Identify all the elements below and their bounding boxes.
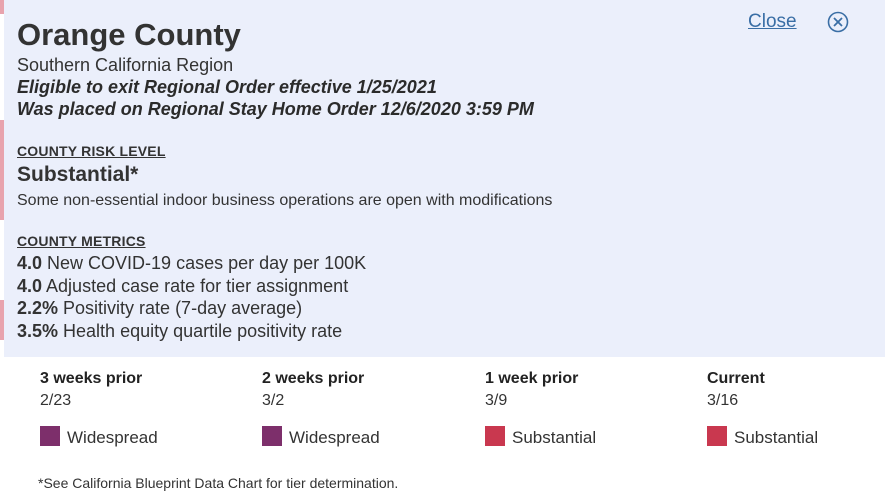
week-label: 3 weeks prior [40,370,143,387]
history-week: 3 weeks prior 2/23 Widespread [40,370,240,447]
tier-history: 3 weeks prior 2/23 Widespread 2 weeks pr… [0,370,885,450]
risk-level-value: Substantial* [17,163,139,186]
week-tier: Widespread [40,426,158,448]
tier-color-swatch [707,426,727,446]
history-week: 1 week prior 3/9 Substantial [485,370,685,447]
metrics-list: 4.0 New COVID-19 cases per day per 100K … [17,253,366,343]
tier-color-swatch [40,426,60,446]
metric-value: 3.5% [17,320,59,341]
metric-row: 4.0 New COVID-19 cases per day per 100K [17,253,366,276]
metric-label: Adjusted case rate for tier assignment [42,275,349,296]
risk-level-heading: COUNTY RISK LEVEL [17,143,166,159]
week-date: 2/23 [40,392,72,409]
county-detail-panel: Orange County Southern California Region… [4,0,885,357]
metric-label: New COVID-19 cases per day per 100K [42,253,367,273]
metric-label: Health equity quartile positivity rate [58,320,343,341]
risk-level-description: Some non-essential indoor business opera… [17,192,553,209]
footnote: *See California Blueprint Data Chart for… [38,475,399,491]
metric-value: 2.2% [17,298,59,318]
tier-color-swatch [485,426,505,446]
metric-value: 4.0 [17,275,43,296]
tier-label: Widespread [67,428,158,447]
week-tier: Substantial [485,426,596,448]
week-tier: Widespread [262,426,380,448]
metric-row: 3.5% Health equity quartile positivity r… [17,321,366,344]
week-date: 3/16 [707,392,739,409]
metric-label: Positivity rate (7-day average) [58,298,303,318]
week-tier: Substantial [707,426,818,448]
metric-row: 4.0 Adjusted case rate for tier assignme… [17,276,366,299]
metric-value: 4.0 [17,253,43,273]
week-label: 2 weeks prior [262,370,365,387]
week-label: 1 week prior [485,370,579,387]
metric-row: 2.2% Positivity rate (7-day average) [17,298,366,321]
close-circle-icon[interactable] [827,11,849,33]
history-week: 2 weeks prior 3/2 Widespread [262,370,462,447]
tier-label: Substantial [512,428,597,447]
tier-color-swatch [262,426,282,446]
stay-home-order-notice: Was placed on Regional Stay Home Order 1… [17,99,534,119]
close-link[interactable]: Close [748,11,797,33]
metrics-heading: COUNTY METRICS [17,233,146,249]
tier-label: Widespread [289,428,380,447]
week-label: Current [707,370,765,387]
week-date: 3/2 [262,392,285,409]
exit-order-notice: Eligible to exit Regional Order effectiv… [17,77,437,97]
week-date: 3/9 [485,392,508,409]
county-region: Southern California Region [17,55,234,75]
county-title: Orange County [17,17,241,52]
history-week: Current 3/16 Substantial [707,370,885,447]
tier-label: Substantial [734,428,819,447]
